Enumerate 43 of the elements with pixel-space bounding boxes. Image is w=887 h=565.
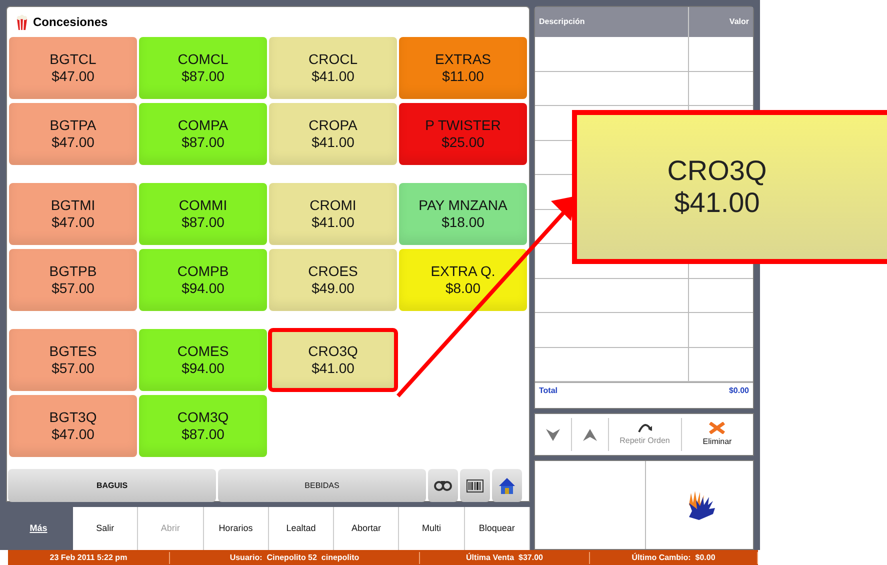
- product-button[interactable]: PAY MNZANA $18.00: [399, 183, 527, 245]
- product-button[interactable]: COMMI $87.00: [139, 183, 267, 245]
- product-button[interactable]: BGTPB $57.00: [9, 249, 137, 311]
- product-button[interactable]: BGTMI $47.00: [9, 183, 137, 245]
- category-tab[interactable]: BAGUIS: [8, 469, 216, 502]
- product-button[interactable]: CROES $49.00: [269, 249, 397, 311]
- product-button[interactable]: COMCL $87.00: [139, 37, 267, 99]
- product-button[interactable]: BGTCL $47.00: [9, 37, 137, 99]
- product-button[interactable]: CROPA $41.00: [269, 103, 397, 165]
- status-text: 23 Feb 2011 5:22 pm: [8, 552, 170, 564]
- product-button[interactable]: CROMI $41.00: [269, 183, 397, 245]
- product-button[interactable]: BGT3Q $47.00: [9, 395, 137, 457]
- status-text: Usuario: Cinepolito 52 cinepolito: [170, 552, 420, 564]
- house-icon[interactable]: [492, 469, 522, 502]
- column-header: Descripción: [535, 7, 689, 37]
- up-arrow-icon: [583, 428, 597, 440]
- status-text: Último Cambio: $0.00: [590, 552, 758, 564]
- product-button[interactable]: BGTPA $47.00: [9, 103, 137, 165]
- product-button[interactable]: COMPB $94.00: [139, 249, 267, 311]
- down-arrow-icon: [546, 428, 560, 440]
- barcode-icon[interactable]: [460, 469, 490, 502]
- product-button[interactable]: EXTRAS $11.00: [399, 37, 527, 99]
- product-button[interactable]: EXTRA Q. $8.00: [399, 249, 527, 311]
- product-button[interactable]: CROCL $41.00: [269, 37, 397, 99]
- delete-button[interactable]: Eliminar: [682, 418, 753, 451]
- window-title: Concesiones: [33, 14, 108, 31]
- total-label: Total: [539, 385, 558, 397]
- status-text: Última Venta $37.00: [420, 552, 590, 564]
- binoculars-icon[interactable]: [428, 469, 458, 502]
- category-tab[interactable]: BEBIDAS: [218, 469, 426, 502]
- product-button[interactable]: P TWISTER $25.00: [399, 103, 527, 165]
- curved-arrow-icon: [636, 422, 653, 432]
- product-button[interactable]: COMPA $87.00: [139, 103, 267, 165]
- callout-label: CRO3Q: [667, 155, 767, 187]
- callout-price: $41.00: [674, 187, 760, 219]
- product-button[interactable]: COM3Q $87.00: [139, 395, 267, 457]
- total-value: $0.00: [728, 385, 749, 397]
- product-button[interactable]: BGTES $57.00: [9, 329, 137, 391]
- product-button[interactable]: COMES $94.00: [139, 329, 267, 391]
- product-button[interactable]: CRO3Q $41.00: [269, 329, 397, 391]
- popcorn-icon: [15, 14, 29, 30]
- x-icon: [709, 422, 726, 434]
- column-header: Valor: [728, 16, 750, 28]
